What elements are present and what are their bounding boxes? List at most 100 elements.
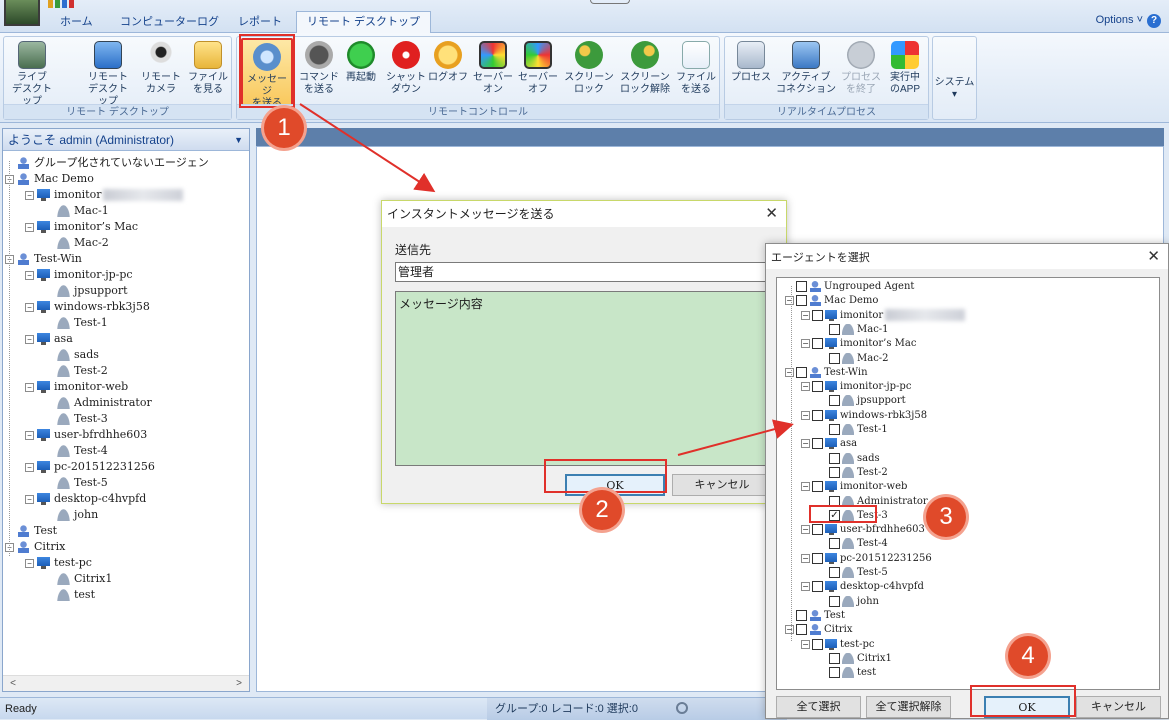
tree-node-group[interactable]: − Citrix — [5, 539, 65, 555]
agent-tree-node-group[interactable]: − Citrix — [785, 623, 853, 637]
collapse-toggle-icon[interactable]: − — [785, 625, 794, 635]
tab-home[interactable]: ホーム — [50, 12, 103, 33]
restart-button[interactable]: 再起動 — [339, 41, 383, 84]
agent-checkbox[interactable] — [812, 481, 823, 493]
active-connection-button[interactable]: アクティブ コネクション — [775, 41, 837, 96]
collapse-toggle-icon[interactable]: − — [25, 302, 34, 312]
agent-tree-node-user[interactable]: Test-5 — [829, 566, 888, 580]
agent-checkbox[interactable] — [829, 352, 840, 364]
scroll-right-icon[interactable]: > — [231, 676, 247, 692]
agent-tree-node-user[interactable]: Test-2 — [829, 466, 888, 480]
agent-tree-node-pc[interactable]: − asa — [801, 437, 857, 451]
tree-node-user[interactable]: Test-2 — [57, 363, 108, 379]
collapse-toggle-icon[interactable]: − — [785, 296, 794, 306]
tab-report[interactable]: レポート — [228, 12, 292, 33]
collapse-toggle-icon[interactable]: − — [25, 430, 34, 440]
tree-node-pc[interactable]: − imonitor-web — [25, 379, 128, 395]
options-menu[interactable]: Options ˅ — [1096, 14, 1143, 26]
horizontal-scrollbar[interactable]: < > — [3, 675, 249, 691]
agent-checkbox[interactable] — [796, 295, 807, 307]
view-file-button[interactable]: ファイル を見る — [184, 41, 232, 96]
collapse-toggle-icon[interactable]: − — [801, 310, 810, 320]
quick-access-toolbar[interactable] — [48, 0, 78, 8]
tree-node-pc[interactable]: − user-bfrdhhe603 — [25, 427, 147, 443]
agent-checkbox[interactable] — [829, 595, 840, 607]
tree-node-user[interactable]: Administrator — [57, 395, 152, 411]
agent-tree[interactable]: グループ化されていないエージェン − Mac Demo − imonitor Mac-1 −… — [3, 153, 249, 675]
agent-checkbox[interactable] — [829, 567, 840, 578]
agent-tree-node-group[interactable]: − Mac Demo — [785, 294, 878, 308]
collapse-toggle-icon[interactable]: − — [25, 222, 34, 232]
agent-tree-node-pc[interactable]: − windows-rbk3j58 — [801, 409, 927, 423]
agent-checkbox[interactable] — [829, 323, 840, 335]
agent-tree-node-group[interactable]: − Test-Win — [785, 366, 868, 380]
collapse-toggle-icon[interactable]: − — [25, 382, 34, 392]
agent-tree-node-pc[interactable]: − user-bfrdhhe603 — [801, 523, 925, 537]
collapse-toggle-icon[interactable]: − — [25, 558, 34, 568]
agent-tree-node-pc[interactable]: − imonitor’s Mac — [801, 337, 916, 351]
tree-node-user[interactable]: Citrix1 — [57, 571, 112, 587]
agent-checkbox[interactable] — [812, 381, 823, 393]
tree-node-pc[interactable]: − pc-201512231256 — [25, 459, 155, 475]
running-app-button[interactable]: 実行中 のAPP — [881, 41, 929, 96]
collapse-toggle-icon[interactable]: − — [785, 367, 794, 377]
tree-node-pc[interactable]: − imonitor-jp-pc — [25, 267, 133, 283]
collapse-toggle-icon[interactable]: − — [801, 582, 810, 592]
cancel-button[interactable]: キャンセル — [672, 474, 772, 496]
close-icon[interactable]: ✕ — [1147, 244, 1160, 270]
agent-checkbox[interactable] — [812, 409, 823, 421]
tree-node-user[interactable]: Mac-1 — [57, 203, 109, 219]
select-all-button[interactable]: 全て選択 — [776, 696, 861, 718]
agent-checkbox[interactable] — [829, 538, 840, 550]
tree-node-user[interactable]: sads — [57, 347, 99, 363]
collapse-toggle-icon[interactable]: − — [25, 270, 34, 280]
collapse-toggle-icon[interactable]: − — [801, 482, 810, 492]
tree-node-group[interactable]: − Test-Win — [5, 251, 82, 267]
welcome-header[interactable]: ようこそ admin (Administrator) ▼ — [3, 129, 249, 151]
saver-off-button[interactable]: セーバー オフ — [516, 41, 560, 96]
tree-node-group[interactable]: グループ化されていないエージェン — [5, 155, 209, 171]
agent-checkbox[interactable] — [796, 609, 807, 621]
agent-checkbox[interactable] — [829, 667, 840, 679]
tree-node-user[interactable]: Test-3 — [57, 411, 108, 427]
agent-checkbox[interactable] — [829, 652, 840, 664]
agent-checkbox[interactable] — [812, 581, 823, 593]
send-command-button[interactable]: コマンド を送る — [295, 41, 343, 96]
message-textarea[interactable]: メッセージ内容 — [395, 291, 775, 466]
tree-node-user[interactable]: Test-1 — [57, 315, 108, 331]
saver-on-button[interactable]: セーバー オン — [471, 41, 515, 96]
tree-node-user[interactable]: Test-4 — [57, 443, 108, 459]
collapse-toggle-icon[interactable]: − — [801, 382, 810, 392]
agent-tree-node-user[interactable]: Mac-1 — [829, 323, 889, 337]
screen-lock-button[interactable]: スクリーン ロック — [563, 41, 615, 96]
end-process-button[interactable]: プロセス を終了 — [837, 41, 885, 96]
scroll-left-icon[interactable]: < — [5, 676, 21, 692]
agent-tree-node-user[interactable]: Test-4 — [829, 537, 888, 551]
tree-node-user[interactable]: john — [57, 507, 98, 523]
tree-node-user[interactable]: jpsupport — [57, 283, 128, 299]
screen-unlock-button[interactable]: スクリーン ロック解除 — [617, 41, 673, 96]
search-icon[interactable] — [676, 702, 688, 714]
agent-checkbox[interactable] — [812, 524, 823, 536]
tree-node-group[interactable]: Test — [5, 523, 57, 539]
logoff-button[interactable]: ログオフ — [426, 41, 470, 84]
agent-tree-node-user[interactable]: Test-1 — [829, 423, 888, 437]
agent-checkbox[interactable] — [829, 395, 840, 407]
agent-tree-node-pc[interactable]: − imonitor — [801, 309, 966, 323]
collapse-toggle-icon[interactable]: − — [25, 334, 34, 344]
agent-checkbox[interactable] — [829, 424, 840, 435]
tab-computer-log[interactable]: コンピューターログ — [110, 12, 229, 33]
agent-tree-node-pc[interactable]: − test-pc — [801, 638, 874, 652]
tree-node-group[interactable]: − Mac Demo — [5, 171, 94, 187]
agent-checkbox[interactable] — [829, 466, 840, 478]
agent-tree-node-pc[interactable]: − desktop-c4hvpfd — [801, 580, 924, 594]
shutdown-button[interactable]: シャット ダウン — [382, 41, 430, 96]
live-desktop-button[interactable]: ライブ デスクトップ — [8, 41, 56, 108]
collapse-toggle-icon[interactable]: − — [801, 525, 810, 535]
agent-tree-node-user[interactable]: jpsupport — [829, 394, 906, 408]
tree-node-pc[interactable]: − test-pc — [25, 555, 92, 571]
tree-node-pc[interactable]: − imonitor — [25, 187, 184, 203]
chevron-down-icon[interactable]: ▼ — [234, 129, 243, 151]
agent-tree-node-user[interactable]: sads — [829, 452, 880, 466]
tab-remote-desktop[interactable]: リモート デスクトップ — [296, 11, 432, 34]
